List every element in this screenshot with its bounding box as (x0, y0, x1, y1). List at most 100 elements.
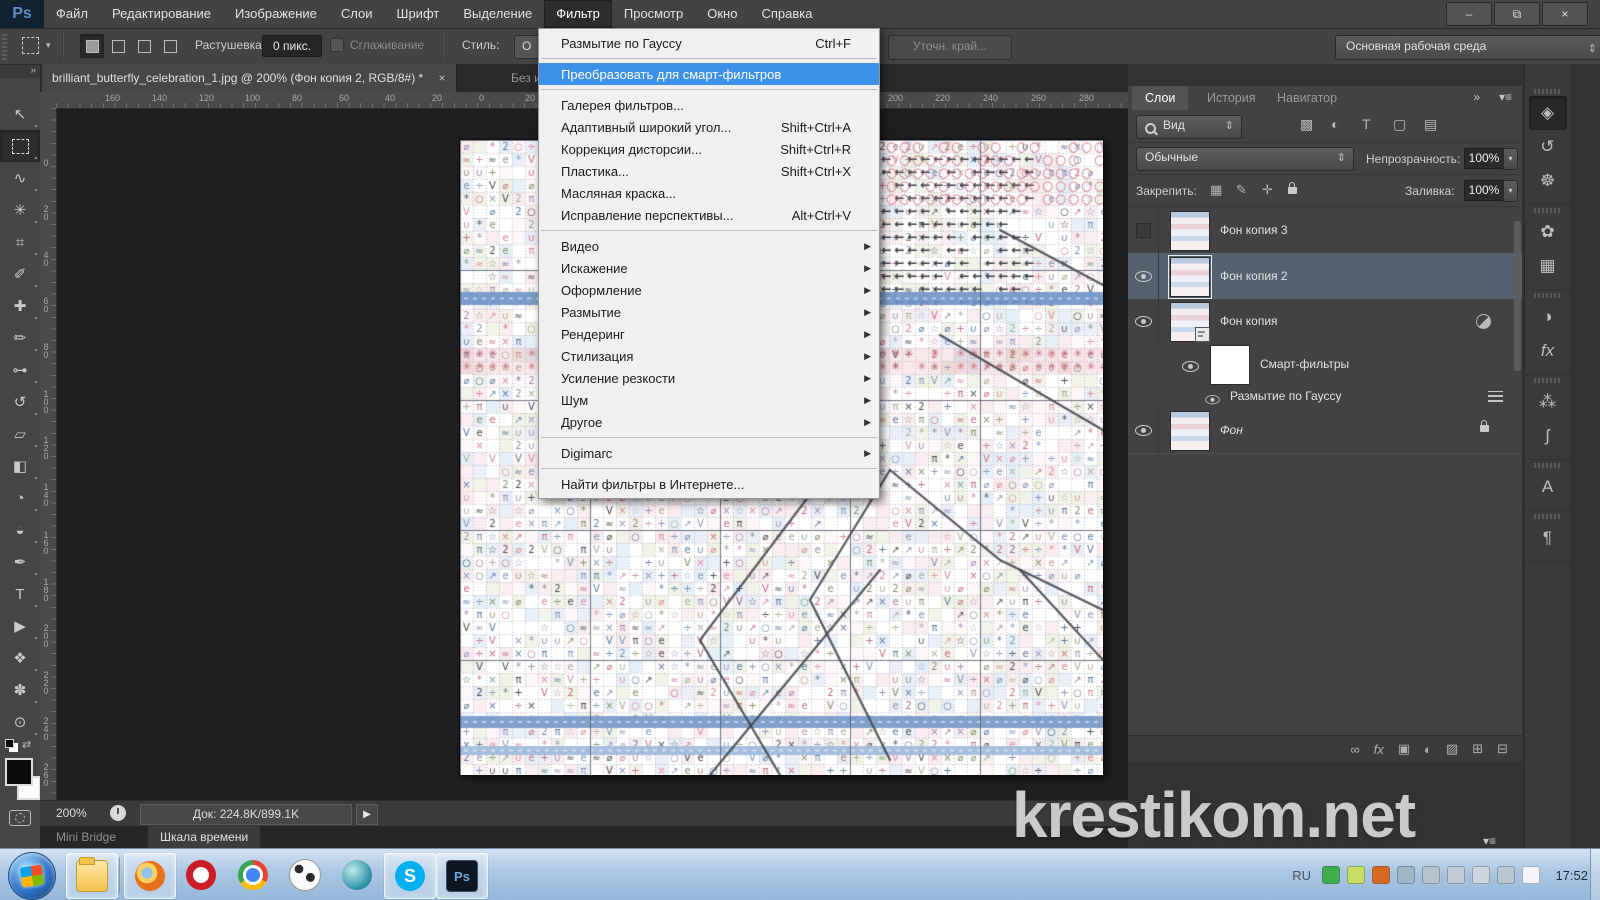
new-layer-icon[interactable]: ⊞ (1472, 741, 1483, 757)
rectangular-marquee-tool[interactable] (0, 130, 40, 162)
filter-menu-item-0[interactable]: Размытие по ГауссуCtrl+F (539, 32, 879, 54)
refine-edge-button[interactable]: Уточн. край... (888, 35, 1012, 60)
menubar-item-7[interactable]: Просмотр (612, 0, 695, 28)
menubar-item-2[interactable]: Изображение (223, 0, 329, 28)
default-colors-icon[interactable] (5, 739, 14, 748)
color-themes-panel-icon[interactable]: ⁂ (1529, 385, 1567, 419)
tool-preset-icon[interactable] (22, 37, 39, 54)
tab-history[interactable]: История (1194, 86, 1268, 110)
start-button[interactable] (8, 852, 56, 900)
filter-menu-item-12[interactable]: Искажение▶ (539, 257, 879, 279)
smart-filters-label[interactable]: Смарт-фильтры (1260, 357, 1349, 371)
layer-name[interactable]: Фон копия (1220, 314, 1278, 328)
smart-filter-mask-thumbnail[interactable] (1210, 345, 1250, 385)
panel-menu-icon[interactable]: ▾≡ (1499, 90, 1512, 104)
selection-add-button[interactable] (106, 34, 130, 58)
character-panel-icon[interactable]: A (1529, 470, 1567, 504)
selection-new-button[interactable] (80, 34, 104, 58)
vertical-ruler[interactable]: 020406080100120140160180200220240260 (40, 108, 57, 800)
document-size-field[interactable]: Док: 224.8K/899.1K (140, 804, 352, 825)
close-button[interactable]: × (1542, 2, 1588, 26)
navigator-panel-icon[interactable]: ☸ (1529, 164, 1567, 198)
layer-style-icon[interactable]: fx (1374, 742, 1384, 757)
filter-menu-item-5[interactable]: Адаптивный широкий угол...Shift+Ctrl+A (539, 116, 879, 138)
styles-panel-icon[interactable]: fx (1529, 334, 1567, 368)
filter-menu-item-18[interactable]: Шум▶ (539, 389, 879, 411)
filter-menu-item-13[interactable]: Оформление▶ (539, 279, 879, 301)
expand-panels-icon[interactable]: » (1473, 90, 1478, 104)
workspace-dropdown[interactable]: Основная рабочая среда ⇕ (1335, 35, 1600, 60)
layer-row-fon-kopiya-3[interactable]: Фон копия 3 (1128, 208, 1522, 254)
filter-menu-item-23[interactable]: Найти фильтры в Интернете... (539, 473, 879, 495)
group-grip[interactable] (1534, 89, 1561, 94)
visibility-toggle[interactable] (1182, 359, 1199, 377)
delete-layer-icon[interactable]: ⊟ (1497, 741, 1508, 757)
language-indicator[interactable]: RU (1292, 868, 1311, 883)
selection-intersect-button[interactable] (158, 34, 182, 58)
taskbar-app-globe-app[interactable] (332, 853, 382, 897)
leaf-tray-icon[interactable] (1347, 866, 1365, 884)
filter-by-shape-icon[interactable]: ▢ (1393, 116, 1406, 133)
type-tool[interactable]: T (0, 578, 40, 610)
filter-menu-item-15[interactable]: Рендеринг▶ (539, 323, 879, 345)
group-grip[interactable] (1534, 208, 1561, 213)
layer-thumbnail[interactable] (1170, 211, 1210, 251)
taskbar-app-opera[interactable] (176, 853, 226, 897)
tab-timeline[interactable]: Шкала времени (148, 826, 260, 848)
network-tray-icon[interactable] (1472, 866, 1490, 884)
feather-input[interactable]: 0 пикс. (262, 35, 322, 57)
layer-group-icon[interactable]: ▨ (1446, 741, 1458, 757)
eyedropper-tool[interactable]: ✐ (0, 258, 40, 290)
action-center-tray-icon[interactable] (1522, 866, 1540, 884)
volume-tray-icon[interactable] (1497, 866, 1515, 884)
filter-menu-item-21[interactable]: Digimarc▶ (539, 442, 879, 464)
clone-stamp-tool[interactable]: ⊶ (0, 354, 40, 386)
foreground-color-swatch[interactable] (5, 758, 33, 786)
crop-tool[interactable]: ⌗ (0, 226, 40, 258)
filter-by-image-icon[interactable]: ▩ (1300, 116, 1313, 133)
history-panel-icon[interactable]: ↺ (1529, 130, 1567, 164)
audio-device-tray-icon[interactable] (1372, 866, 1390, 884)
custom-shape-tool[interactable]: ❖ (0, 642, 40, 674)
filter-menu-item-8[interactable]: Масляная краска... (539, 182, 879, 204)
filter-menu-item-7[interactable]: Пластика...Shift+Ctrl+X (539, 160, 879, 182)
anti-alias-checkbox[interactable] (330, 38, 344, 52)
collapse-tools-icon[interactable]: » (0, 64, 40, 78)
dodge-tool[interactable]: ◒ (0, 514, 40, 546)
visibility-toggle[interactable] (1128, 208, 1159, 253)
opacity-value[interactable]: 100% (1464, 148, 1504, 169)
layer-row-fon-kopiya-2[interactable]: Фон копия 2 (1128, 253, 1522, 300)
gaussian-blur-filter-row[interactable]: Размытие по Гауссу (1128, 385, 1522, 409)
filter-menu-item-2[interactable]: Преобразовать для смарт-фильтров (539, 63, 879, 85)
tab-close-icon[interactable]: × (439, 71, 446, 85)
history-brush-tool[interactable]: ↺ (0, 386, 40, 418)
group-grip[interactable] (1534, 514, 1561, 519)
quick-mask-button[interactable] (9, 810, 31, 826)
show-desktop-button[interactable] (1590, 849, 1600, 900)
taskbar-app-firefox[interactable] (124, 853, 176, 899)
filter-menu-item-19[interactable]: Другое▶ (539, 411, 879, 433)
filter-menu-item-16[interactable]: Стилизация▶ (539, 345, 879, 367)
menubar-item-0[interactable]: Файл (44, 0, 100, 28)
tool-preset-arrow-icon[interactable]: ▾ (46, 40, 51, 51)
filter-menu-item-9[interactable]: Исправление перспективы...Alt+Ctrl+V (539, 204, 879, 226)
layer-name[interactable]: Фон копия 2 (1220, 269, 1288, 283)
hand-tool[interactable]: ✽ (0, 674, 40, 706)
layers-scrollbar[interactable] (1514, 221, 1521, 371)
lock-image-pixels-icon[interactable]: ✎ (1236, 182, 1247, 198)
visibility-toggle[interactable] (1128, 408, 1159, 453)
tab-mini-bridge[interactable]: Mini Bridge (44, 826, 128, 848)
filter-menu-item-14[interactable]: Размытие▶ (539, 301, 879, 323)
menubar-item-6[interactable]: Фильтр (544, 0, 612, 28)
fill-dropdown-icon[interactable]: ▾ (1503, 180, 1518, 202)
menubar-item-3[interactable]: Слои (329, 0, 385, 28)
tab-navigator[interactable]: Навигатор (1264, 86, 1350, 110)
printer-tray-icon[interactable] (1422, 866, 1440, 884)
healing-brush-tool[interactable]: ✚ (0, 290, 40, 322)
status-options-icon[interactable]: ▶ (356, 804, 378, 825)
group-grip[interactable] (1534, 378, 1561, 383)
menubar-item-9[interactable]: Справка (749, 0, 824, 28)
magic-wand-tool[interactable]: ✳ (0, 194, 40, 226)
lock-all-icon[interactable] (1288, 182, 1297, 197)
taskbar-app-skype[interactable]: S (384, 853, 436, 899)
